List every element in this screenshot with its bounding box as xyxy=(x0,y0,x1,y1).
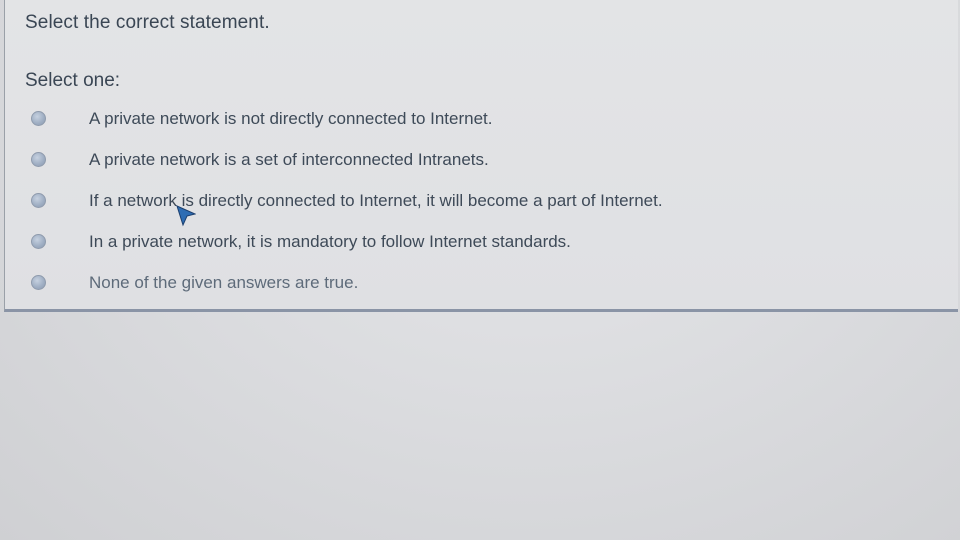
answer-option-2[interactable]: A private network is a set of interconne… xyxy=(31,139,663,180)
answer-option-5[interactable]: None of the given answers are true. xyxy=(31,262,663,303)
answer-options: A private network is not directly connec… xyxy=(31,98,663,303)
radio-button[interactable] xyxy=(31,193,46,208)
answer-option-label[interactable]: In a private network, it is mandatory to… xyxy=(89,232,571,252)
answer-option-label[interactable]: None of the given answers are true. xyxy=(89,273,358,293)
mouse-pointer-icon xyxy=(176,205,196,227)
radio-button[interactable] xyxy=(31,152,46,167)
answer-option-label[interactable]: A private network is not directly connec… xyxy=(89,109,493,129)
radio-button[interactable] xyxy=(31,234,46,249)
question-panel: Select the correct statement. Select one… xyxy=(4,0,958,312)
radio-button[interactable] xyxy=(31,275,46,290)
select-one-label: Select one: xyxy=(25,70,121,91)
radio-button[interactable] xyxy=(31,111,46,126)
answer-option-1[interactable]: A private network is not directly connec… xyxy=(31,98,663,139)
answer-option-3[interactable]: If a network is directly connected to In… xyxy=(31,180,663,221)
question-text: Select the correct statement. xyxy=(25,12,270,33)
answer-option-label[interactable]: A private network is a set of interconne… xyxy=(89,150,489,170)
answer-option-4[interactable]: In a private network, it is mandatory to… xyxy=(31,221,663,262)
